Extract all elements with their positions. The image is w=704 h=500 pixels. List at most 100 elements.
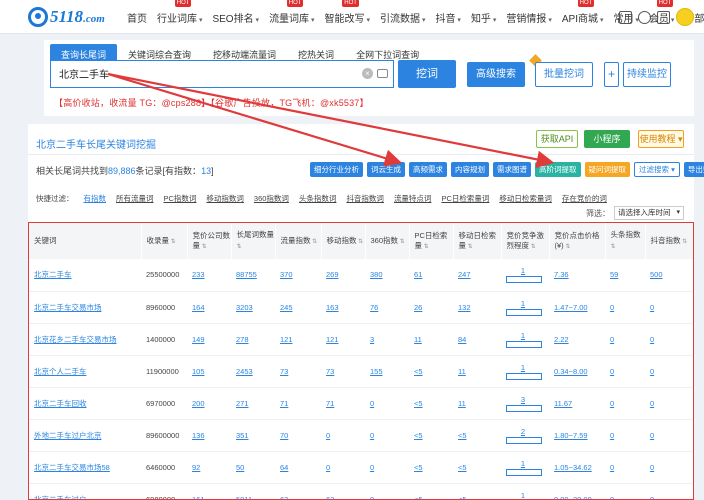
competition-bar[interactable]: 1 (506, 331, 540, 348)
message-icon[interactable] (657, 10, 670, 24)
tool-button[interactable]: 词云生成 (367, 162, 405, 177)
metric-link[interactable]: 1.05~34.62 (554, 463, 592, 472)
metric-link[interactable]: 163 (326, 303, 339, 312)
competition-bar[interactable]: 1 (506, 363, 540, 380)
metric-link[interactable]: 0 (610, 335, 614, 344)
metric-link[interactable]: 71 (280, 399, 288, 408)
column-header[interactable]: 竞价点击价格(¥) ⇅ (549, 223, 606, 259)
metric-link[interactable]: 11 (458, 399, 466, 408)
competition-bar[interactable]: 2 (506, 427, 540, 444)
metric-link[interactable]: 0 (650, 335, 654, 344)
tool-button[interactable]: 高频需求 (409, 162, 447, 177)
metric-link[interactable]: 1.47~7.00 (554, 303, 588, 312)
time-select[interactable]: 请选择入库时间 (614, 206, 684, 220)
metric-link[interactable]: 0 (326, 463, 330, 472)
metric-link[interactable]: 0 (370, 495, 374, 500)
metric-link[interactable]: 500 (650, 270, 663, 279)
nav-item[interactable]: HOT 流量词库 ▾ (264, 0, 319, 25)
metric-link[interactable]: 5011 (236, 495, 252, 500)
metric-link[interactable]: 370 (280, 270, 293, 279)
metric-link[interactable]: 1.80~7.59 (554, 431, 588, 440)
metric-link[interactable]: <5 (458, 495, 467, 500)
metric-link[interactable]: 351 (236, 431, 249, 440)
metric-link[interactable]: 71 (326, 399, 334, 408)
tool-button[interactable]: 疑问词提取 (584, 162, 630, 177)
metric-link[interactable]: <5 (414, 431, 423, 440)
metric-link[interactable]: <5 (458, 431, 467, 440)
metric-link[interactable]: 0 (326, 431, 330, 440)
metric-link[interactable]: 155 (370, 367, 383, 376)
advanced-search-button[interactable]: 高级搜索 (467, 62, 525, 87)
metric-link[interactable]: 380 (370, 270, 383, 279)
sort-icon[interactable]: ⇅ (398, 239, 405, 245)
metric-link[interactable]: 0.99~20.00 (554, 495, 592, 500)
metric-link[interactable]: 245 (280, 303, 293, 312)
sort-icon[interactable]: ⇅ (357, 239, 363, 245)
quick-filter-link[interactable]: 头条指数词 (299, 193, 337, 204)
dig-button[interactable]: 挖词 (398, 60, 456, 88)
metric-link[interactable]: 11 (414, 335, 422, 344)
batch-dig-button[interactable]: 批量挖词 (535, 62, 593, 87)
monitor-button[interactable]: 持续监控 (623, 62, 671, 87)
metric-link[interactable]: 11.67 (554, 399, 572, 408)
metric-link[interactable]: 0 (650, 463, 654, 472)
metric-link[interactable]: <5 (414, 399, 423, 408)
column-header[interactable]: 移动日检索量 ⇅ (453, 223, 502, 259)
metric-link[interactable]: 73 (326, 367, 334, 376)
metric-link[interactable]: 121 (326, 335, 339, 344)
column-header[interactable]: PC日检索量 ⇅ (409, 223, 454, 259)
metric-link[interactable]: 164 (192, 303, 205, 312)
sort-icon[interactable]: ⇅ (311, 239, 317, 245)
metric-link[interactable]: 278 (236, 335, 249, 344)
metric-link[interactable]: 0 (370, 399, 374, 408)
column-header[interactable]: 流量指数 ⇅ (275, 223, 322, 259)
sort-icon[interactable]: ⇅ (529, 244, 536, 250)
tool-button[interactable]: 内容规划 (451, 162, 489, 177)
quick-filter-link[interactable]: 流量特点词 (394, 193, 432, 204)
search-input[interactable] (51, 61, 351, 85)
metric-link[interactable]: 233 (192, 270, 205, 279)
metric-link[interactable]: 0 (610, 463, 614, 472)
metric-link[interactable]: 0 (610, 399, 614, 408)
metric-link[interactable]: 105 (192, 367, 205, 376)
keyword-link[interactable]: 北京花乡二手车交易市场 (34, 335, 117, 344)
column-header[interactable]: 竞价竞争激烈程度 ⇅ (501, 223, 550, 259)
column-header[interactable]: 长尾词数量 ⇅ (231, 223, 276, 259)
competition-bar[interactable]: 1 (506, 266, 540, 283)
notification-icon[interactable] (619, 10, 632, 24)
quick-filter-link[interactable]: 360指数词 (254, 193, 289, 204)
metric-link[interactable]: 3 (370, 335, 374, 344)
metric-link[interactable]: 11 (458, 367, 466, 376)
tutorial-button[interactable]: 使用教程 ▾ (638, 130, 684, 148)
sort-icon[interactable]: ⇅ (237, 244, 242, 250)
metric-link[interactable]: 61 (414, 270, 422, 279)
column-header[interactable]: 抖音指数 ⇅ (645, 223, 693, 259)
column-header[interactable]: 竞价公司数量 ⇅ (187, 223, 232, 259)
competition-bar[interactable]: 1 (506, 299, 540, 316)
nav-item[interactable]: 营销情报 ▾ (501, 10, 556, 25)
metric-link[interactable]: 2.22 (554, 335, 569, 344)
sort-icon[interactable]: ⇅ (466, 244, 473, 250)
metric-link[interactable]: 0 (370, 431, 374, 440)
sort-icon[interactable]: ⇅ (422, 244, 429, 250)
tool-button[interactable]: 高阶词提取 (535, 162, 581, 177)
metric-link[interactable]: 7.36 (554, 270, 569, 279)
sort-icon[interactable]: ⇅ (611, 244, 616, 250)
get-api-button[interactable]: 获取API (536, 130, 578, 148)
metric-link[interactable]: 271 (236, 399, 249, 408)
keyword-link[interactable]: 北京二手车回收 (34, 399, 87, 408)
metric-link[interactable]: 0 (650, 431, 654, 440)
metric-link[interactable]: 2453 (236, 367, 253, 376)
quick-filter-link[interactable]: PC指数词 (164, 193, 197, 204)
sort-icon[interactable]: ⇅ (200, 244, 207, 250)
nav-item[interactable]: HOT 智能改写 ▾ (320, 0, 375, 25)
metric-link[interactable]: 73 (280, 367, 288, 376)
metric-link[interactable]: 121 (280, 335, 293, 344)
metric-link[interactable]: <5 (414, 495, 423, 500)
competition-bar[interactable]: 3 (506, 395, 540, 412)
nav-item[interactable]: SEO排名 ▾ (207, 10, 264, 25)
keyword-link[interactable]: 北京二手车过户 (34, 495, 87, 500)
column-header[interactable]: 头条指数 ⇅ (605, 223, 646, 259)
quick-filter-link[interactable]: 抖音指数词 (346, 193, 384, 204)
nav-item[interactable]: 首页 (122, 10, 152, 25)
